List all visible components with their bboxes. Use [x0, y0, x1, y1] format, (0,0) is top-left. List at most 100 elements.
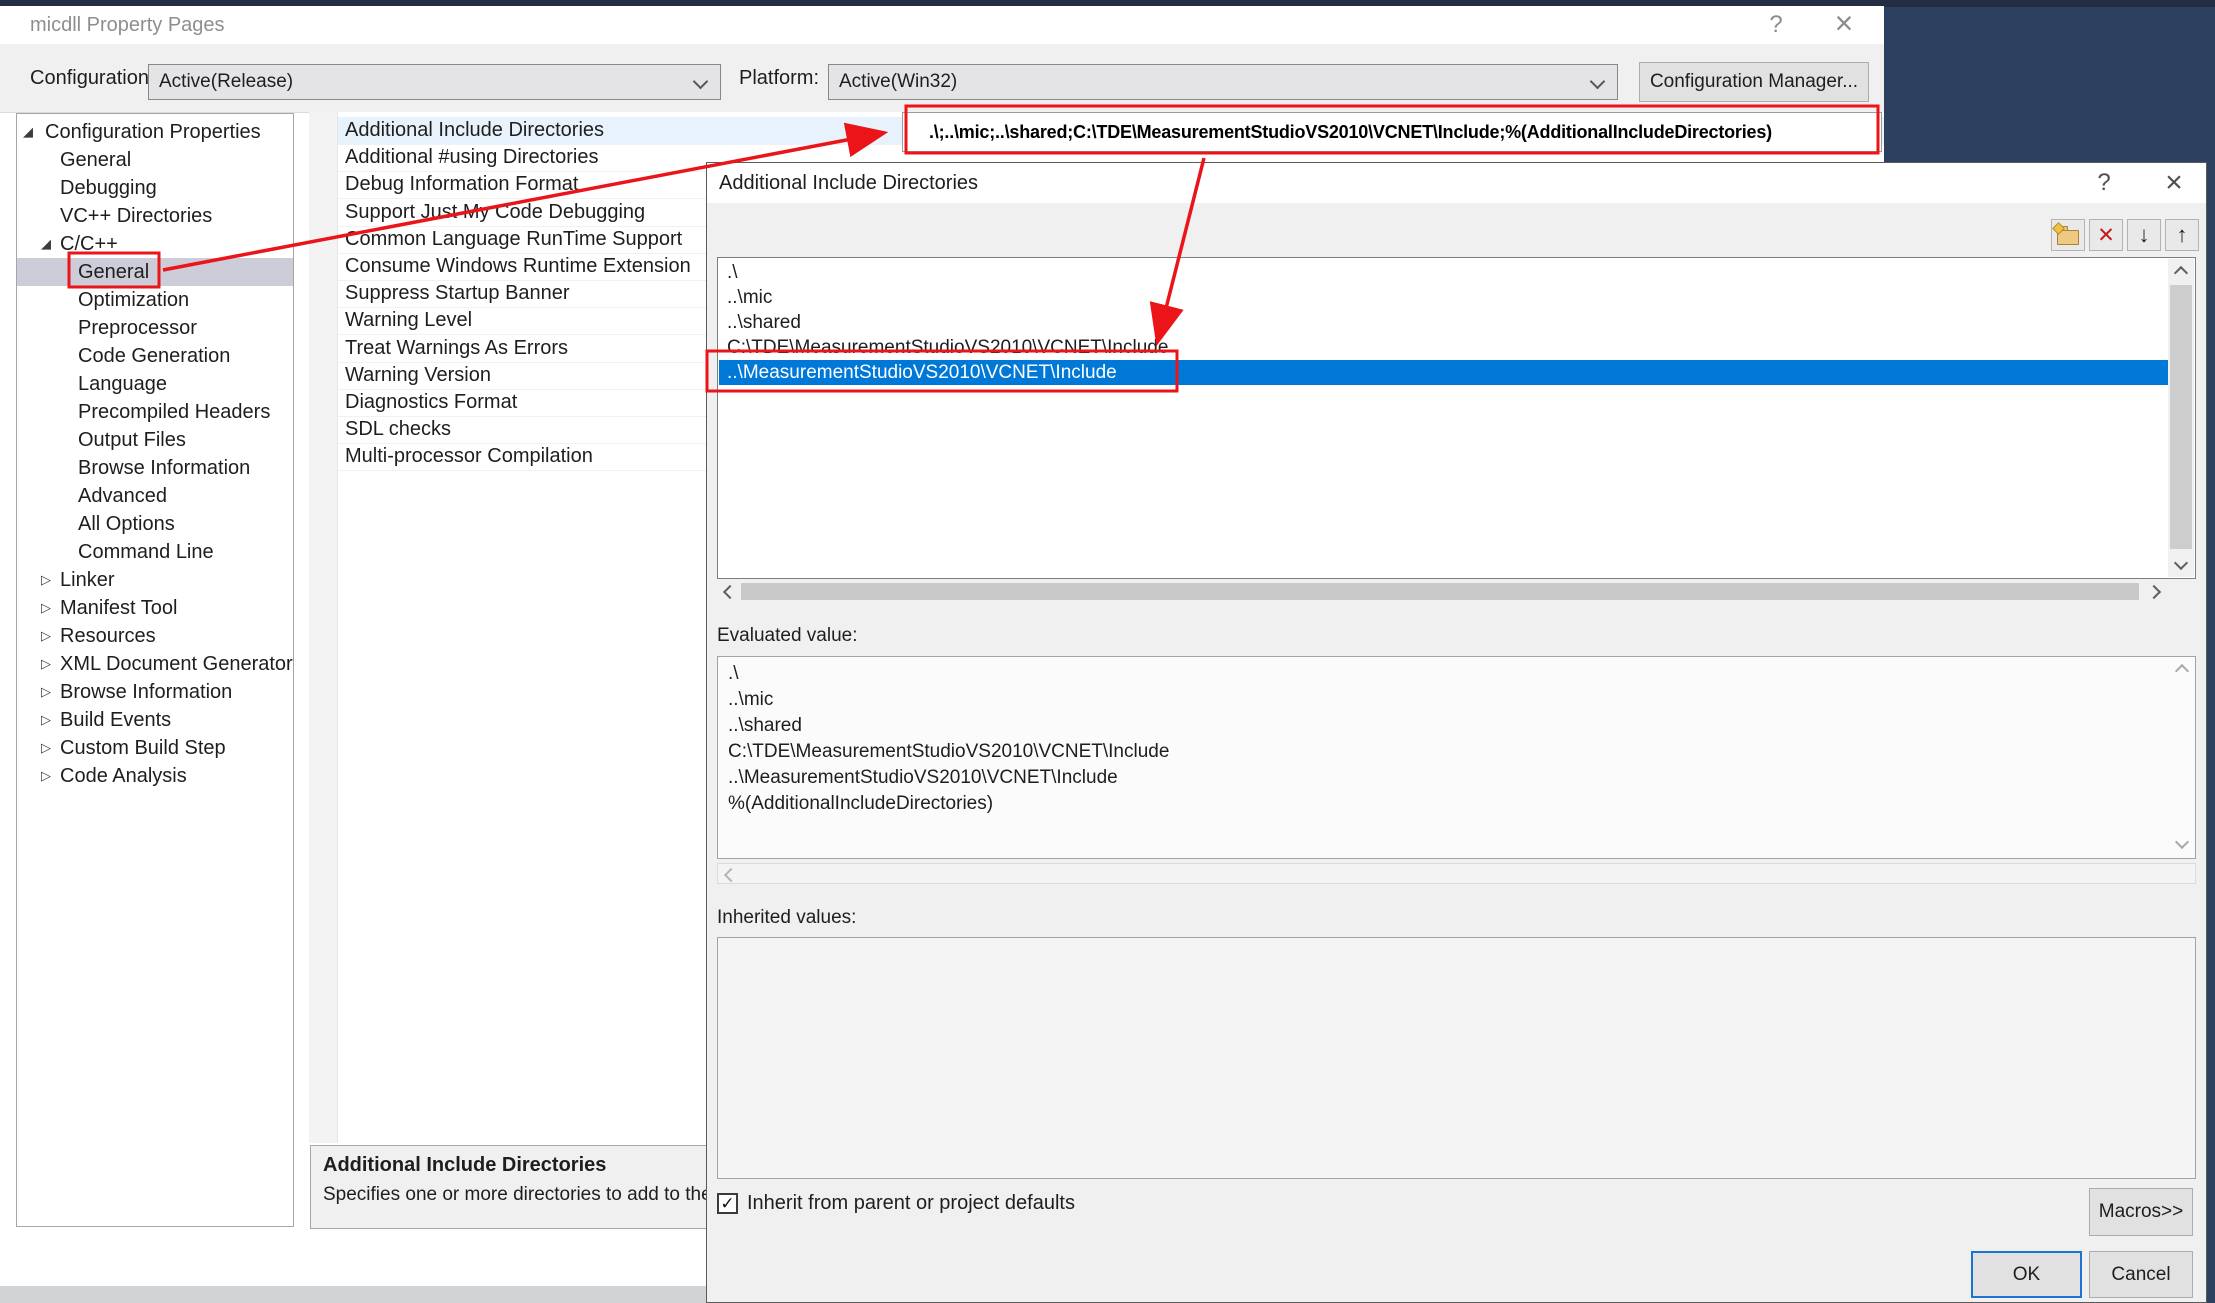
horizontal-scrollbar[interactable] — [717, 581, 2167, 602]
tree-item-vc-directories[interactable]: VC++ Directories — [17, 202, 293, 230]
new-folder-button[interactable] — [2051, 219, 2085, 251]
close-icon[interactable]: × — [2155, 166, 2193, 200]
additional-include-directories-dialog: Additional Include Directories ? × ✕ ↓ ↑… — [706, 162, 2207, 1303]
directory-item[interactable]: ..\shared — [719, 310, 2168, 335]
inherit-checkbox[interactable]: ✓ — [717, 1193, 738, 1214]
property-grid-gutter — [309, 112, 338, 1143]
tree-item-label: Preprocessor — [78, 314, 197, 342]
tree-item-label: Build Events — [60, 706, 171, 734]
tree-item-label: General — [60, 146, 131, 174]
dialog-title: Additional Include Directories — [719, 163, 978, 203]
evaluated-value-box[interactable]: .\ ..\mic ..\shared C:\TDE\MeasurementSt… — [717, 656, 2196, 859]
tree-item-debugging[interactable]: Debugging — [17, 174, 293, 202]
expand-icon[interactable]: ▷ — [41, 622, 59, 650]
tree-item-browse-information[interactable]: ▷Browse Information — [17, 678, 293, 706]
window-title: micdll Property Pages — [30, 6, 225, 44]
collapse-icon[interactable]: ◢ — [23, 118, 41, 146]
directory-item[interactable]: ..\mic — [719, 285, 2168, 310]
tree-item-configuration-properties[interactable]: ◢Configuration Properties — [17, 118, 293, 146]
tree-item-label: XML Document Generator — [60, 650, 293, 678]
scroll-left-button[interactable] — [717, 581, 739, 602]
tree-item-label: All Options — [78, 510, 175, 538]
tree-item-all-options[interactable]: All Options — [17, 510, 293, 538]
expand-icon[interactable]: ▷ — [41, 762, 59, 790]
tree-item-label: Browse Information — [78, 454, 250, 482]
scroll-right-button[interactable] — [2145, 581, 2167, 602]
configuration-manager-button[interactable]: Configuration Manager... — [1639, 62, 1869, 102]
configuration-label: Configuration: — [30, 44, 155, 112]
tree-item-label: Code Generation — [78, 342, 230, 370]
move-up-button[interactable]: ↑ — [2165, 219, 2199, 251]
chevron-down-icon — [1590, 74, 1606, 90]
expand-icon[interactable]: ▷ — [41, 706, 59, 734]
move-down-icon: ↓ — [2139, 224, 2150, 246]
scroll-up-button[interactable] — [2168, 259, 2194, 283]
tree-item-advanced[interactable]: Advanced — [17, 482, 293, 510]
expand-icon[interactable]: ▷ — [41, 566, 59, 594]
help-icon[interactable]: ? — [1758, 8, 1794, 42]
evaluated-value-label: Evaluated value: — [717, 625, 858, 647]
tree-item-general[interactable]: General — [17, 258, 293, 286]
horizontal-scrollbar[interactable] — [717, 863, 2196, 884]
tree-item-general[interactable]: General — [17, 146, 293, 174]
configuration-value: Active(Release) — [159, 65, 293, 99]
platform-label: Platform: — [739, 44, 819, 112]
collapse-icon[interactable]: ◢ — [41, 230, 59, 258]
check-icon: ✓ — [720, 1195, 734, 1212]
scroll-left-button[interactable] — [718, 864, 740, 885]
tree-item-c-c-[interactable]: ◢C/C++ — [17, 230, 293, 258]
tree-item-custom-build-step[interactable]: ▷Custom Build Step — [17, 734, 293, 762]
additional-include-directories-field[interactable]: .\;..\mic;..\shared;C:\TDE\MeasurementSt… — [902, 112, 1882, 152]
inherited-values-box[interactable] — [717, 937, 2196, 1179]
cancel-button[interactable]: Cancel — [2089, 1251, 2193, 1298]
tree-item-label: Precompiled Headers — [78, 398, 270, 426]
delete-icon: ✕ — [2097, 223, 2115, 248]
expand-icon[interactable]: ▷ — [41, 650, 59, 678]
tree-item-label: General — [78, 258, 149, 286]
inherit-checkbox-label: Inherit from parent or project defaults — [747, 1189, 1075, 1217]
tree-item-linker[interactable]: ▷Linker — [17, 566, 293, 594]
delete-button[interactable]: ✕ — [2089, 219, 2123, 251]
tree-item-preprocessor[interactable]: Preprocessor — [17, 314, 293, 342]
tree-item-optimization[interactable]: Optimization — [17, 286, 293, 314]
close-icon[interactable]: × — [1826, 6, 1862, 40]
tree-item-command-line[interactable]: Command Line — [17, 538, 293, 566]
tree-item-label: Custom Build Step — [60, 734, 226, 762]
tree-item-code-analysis[interactable]: ▷Code Analysis — [17, 762, 293, 790]
tree-item-resources[interactable]: ▷Resources — [17, 622, 293, 650]
tree-item-label: Manifest Tool — [60, 594, 177, 622]
configuration-dropdown[interactable]: Active(Release) — [148, 64, 721, 100]
move-down-button[interactable]: ↓ — [2127, 219, 2161, 251]
expand-icon[interactable]: ▷ — [41, 594, 59, 622]
sparkle-icon — [2052, 222, 2065, 235]
platform-value: Active(Win32) — [839, 65, 957, 99]
tree-item-label: VC++ Directories — [60, 202, 212, 230]
tree-item-language[interactable]: Language — [17, 370, 293, 398]
ok-button[interactable]: OK — [1971, 1251, 2082, 1298]
help-icon[interactable]: ? — [2085, 166, 2123, 200]
tree-item-code-generation[interactable]: Code Generation — [17, 342, 293, 370]
scroll-down-button[interactable] — [2168, 553, 2194, 577]
tree-item-label: Output Files — [78, 426, 186, 454]
vertical-scrollbar[interactable] — [2168, 259, 2194, 577]
directories-list: .\..\mic..\sharedC:\TDE\MeasurementStudi… — [717, 257, 2196, 579]
platform-dropdown[interactable]: Active(Win32) — [828, 64, 1618, 100]
move-up-icon: ↑ — [2177, 224, 2188, 246]
tree-item-precompiled-headers[interactable]: Precompiled Headers — [17, 398, 293, 426]
scrollbar-thumb[interactable] — [2170, 285, 2192, 549]
expand-icon[interactable]: ▷ — [41, 678, 59, 706]
tree-item-output-files[interactable]: Output Files — [17, 426, 293, 454]
macros-button[interactable]: Macros>> — [2089, 1188, 2193, 1236]
expand-icon[interactable]: ▷ — [41, 734, 59, 762]
directory-item[interactable]: C:\TDE\MeasurementStudioVS2010\VCNET\Inc… — [719, 335, 2168, 360]
tree-item-manifest-tool[interactable]: ▷Manifest Tool — [17, 594, 293, 622]
directory-item[interactable]: .\ — [719, 260, 2168, 285]
tree-item-label: Linker — [60, 566, 114, 594]
tree-item-label: Optimization — [78, 286, 189, 314]
directory-item[interactable]: ..\MeasurementStudioVS2010\VCNET\Include — [719, 360, 2168, 385]
tree-item-label: Resources — [60, 622, 156, 650]
scrollbar-thumb[interactable] — [741, 583, 2139, 600]
tree-item-browse-information[interactable]: Browse Information — [17, 454, 293, 482]
tree-item-build-events[interactable]: ▷Build Events — [17, 706, 293, 734]
tree-item-xml-document-generator[interactable]: ▷XML Document Generator — [17, 650, 293, 678]
